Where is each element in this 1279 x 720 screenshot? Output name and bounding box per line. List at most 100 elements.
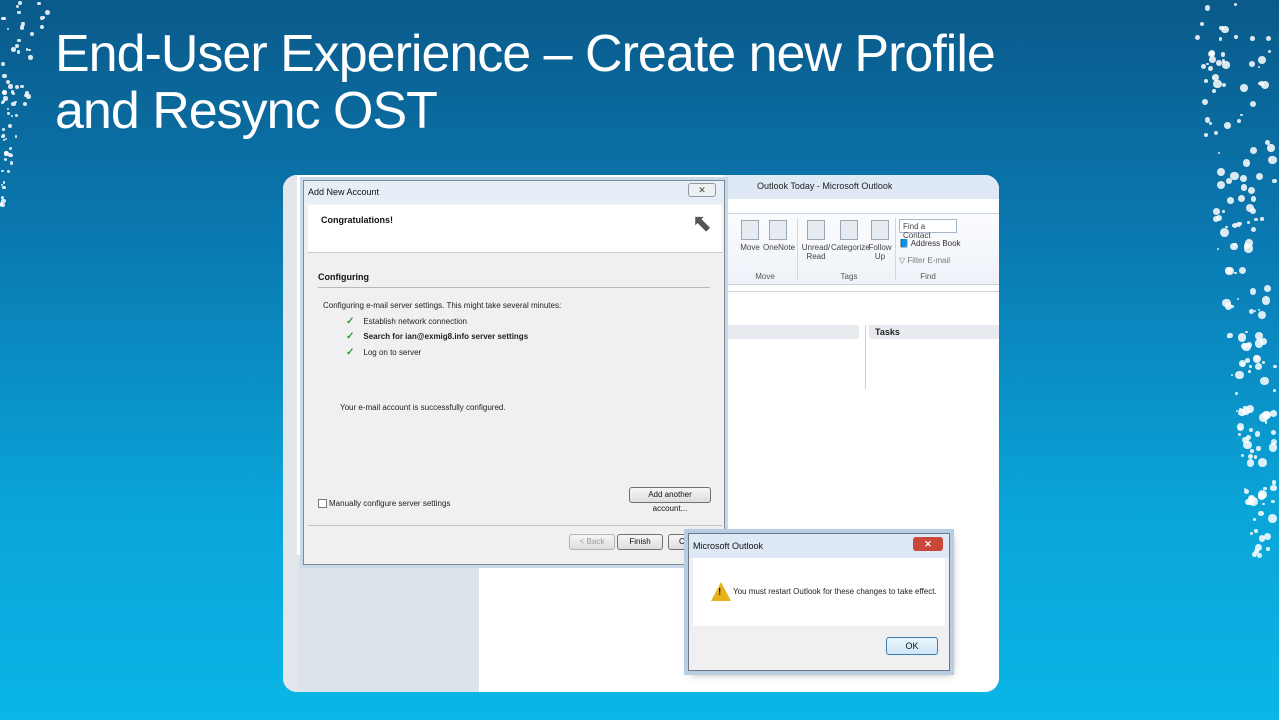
decorative-dots-left [0,0,55,210]
decorative-dot [1222,61,1230,69]
decorative-dot [29,31,34,36]
message-box-close-button[interactable]: ✕ [913,537,943,551]
decorative-dot [17,10,21,14]
navigation-pane [297,555,479,692]
decorative-dot [44,10,50,16]
decorative-dot [2,181,6,184]
decorative-dot [1248,186,1255,194]
decorative-dot [16,38,21,43]
decorative-dot [1249,287,1257,295]
decorative-dot [1250,36,1255,41]
decorative-dot [1242,343,1251,352]
step-item: ✓ Search for ian@exmig8.info server setti… [346,331,529,342]
decorative-dot [1224,266,1234,276]
check-icon: ✓ [346,316,355,327]
screenshot-panel: Outlook Today - Microsoft Outlook Move O… [283,175,999,692]
address-book-button[interactable]: 📘 Address Book [899,239,961,248]
decorative-dot [1222,298,1231,308]
decorative-dot [3,16,6,20]
decorative-dot [1263,285,1271,293]
decorative-dot [1253,355,1261,364]
dialog-title: Add New Account [304,181,724,203]
restart-message-box: Microsoft Outlook ✕ ! You must restart O… [688,533,950,671]
outlook-left-edge [283,175,297,692]
decorative-dot [1216,181,1225,190]
decorative-dot [15,4,19,8]
decorative-dot [27,55,33,60]
decorative-dot [1201,98,1209,106]
decorative-dot [7,112,10,115]
decorative-dot [1241,453,1245,457]
decorative-dot [1257,310,1267,320]
find-contact-input[interactable]: Find a Contact [899,219,957,240]
decorative-dot [1204,117,1210,123]
message-box-title: Microsoft Outlook [689,534,949,558]
ok-button[interactable]: OK [886,637,938,655]
decorative-dot [1249,207,1256,214]
decorative-dot [1253,529,1258,534]
decorative-dot [1234,272,1237,275]
address-book-icon: 📘 [899,239,909,248]
decorative-dot [7,170,10,173]
finish-button[interactable]: Finish [617,534,663,550]
decorative-dot [1218,37,1223,41]
decorative-dot [1,196,4,199]
check-icon: ✓ [346,347,355,358]
onenote-icon [769,220,787,240]
decorative-dot [1248,308,1255,315]
back-button[interactable]: < Back [569,534,615,550]
decorative-dot [2,138,6,142]
decorative-dot [1254,431,1261,437]
ribbon-separator [797,218,798,280]
decorative-dot [1249,449,1254,454]
configuring-intro: Configuring e-mail server settings. This… [323,301,562,310]
decorative-dot [1262,360,1266,364]
decorative-dot [1253,518,1257,521]
decorative-dot [1245,330,1248,334]
decorative-dot [1271,480,1277,485]
decorative-dot [14,85,19,90]
decorative-dot [9,153,14,158]
follow-up-button[interactable]: Follow Up [865,220,895,261]
categorize-button[interactable]: Categorize [831,220,870,252]
decorative-dot [1253,309,1256,312]
decorative-dot [1251,196,1257,202]
add-another-account-button[interactable]: Add another account... [629,487,711,513]
decorative-dot [1242,440,1252,450]
unread-read-button[interactable]: Unread/ Read [801,220,831,261]
decorative-dot [1271,499,1275,503]
decorative-dot [22,102,27,107]
decorative-dot [1213,208,1221,215]
decorative-dot [1235,370,1244,380]
decorative-dot [2,73,8,79]
outlook-ribbon: Move OneNote Unread/ Read Categorize Fol… [723,213,999,285]
decorative-dot [1248,370,1252,373]
move-button[interactable]: Move [735,220,765,252]
onenote-button[interactable]: OneNote [763,220,795,252]
content-divider [723,291,999,292]
decorative-dot [1258,458,1267,467]
slide-title-line-2: and Resync OST [55,82,438,140]
decorative-dot [1267,49,1271,54]
decorative-dot [1271,429,1277,435]
decorative-dot [1242,159,1251,168]
decorative-dot [1257,66,1261,69]
decorative-dot [9,161,14,166]
decorative-dot [1272,178,1277,184]
decorative-dot [11,101,16,107]
tasks-header: Tasks [869,325,999,339]
add-new-account-dialog: Add New Account ✕ Congratulations! ⬉ Con… [303,180,725,565]
filter-email-button[interactable]: ▽ Filter E-mail [899,256,950,265]
dialog-close-button[interactable]: ✕ [688,183,716,197]
decorative-dot [1249,365,1253,369]
decorative-dot [7,123,13,128]
decorative-dot [14,113,18,117]
decorative-dot [0,203,3,206]
decorative-dot [1200,21,1205,26]
column-divider [865,325,866,389]
decorative-dot [1270,484,1277,492]
manual-config-checkbox[interactable] [318,499,327,508]
decorative-dot [1238,426,1242,430]
congratulations-heading: Congratulations! [321,215,393,225]
decorative-dot [1,62,5,67]
